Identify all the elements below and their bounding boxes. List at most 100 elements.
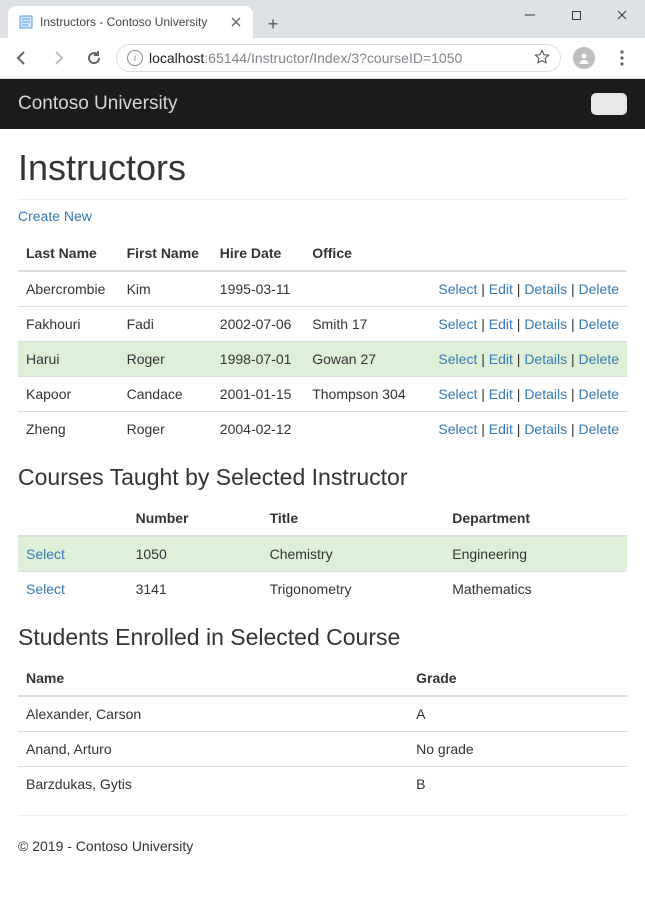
edit-link[interactable]: Edit [489,351,513,367]
cell-number: 1050 [128,536,262,572]
select-link[interactable]: Select [26,546,65,562]
main-container: Instructors Create New Last Name First N… [0,129,645,838]
col-office: Office [304,236,419,271]
footer-divider [18,815,627,816]
cell-last-name: Abercrombie [18,271,119,307]
cell-hire-date: 2002-07-06 [212,307,304,342]
cell-name: Anand, Arturo [18,732,408,767]
col-title: Title [262,501,445,536]
cell-first-name: Candace [119,377,212,412]
address-bar: i localhost:65144/Instructor/Index/3?cou… [0,38,645,78]
col-department: Department [444,501,627,536]
url-box[interactable]: i localhost:65144/Instructor/Index/3?cou… [116,44,561,72]
close-tab-icon[interactable] [229,15,243,29]
maximize-icon[interactable] [553,0,599,30]
cell-last-name: Harui [18,342,119,377]
close-window-icon[interactable] [599,0,645,30]
profile-button[interactable] [569,43,599,73]
details-link[interactable]: Details [524,386,567,402]
select-link[interactable]: Select [438,421,477,437]
delete-link[interactable]: Delete [579,316,619,332]
cell-office: Smith 17 [304,307,419,342]
table-row: Select1050ChemistryEngineering [18,536,627,572]
url-host: localhost [149,50,204,66]
back-button[interactable] [8,44,36,72]
page-title: Instructors [18,147,627,189]
cell-department: Mathematics [444,572,627,607]
cell-actions: Select | Edit | Details | Delete [420,342,627,377]
cell-grade: B [408,767,627,802]
table-row: Anand, ArturoNo grade [18,732,627,767]
delete-link[interactable]: Delete [579,386,619,402]
edit-link[interactable]: Edit [489,421,513,437]
courses-header-row: Number Title Department [18,501,627,536]
browser-chrome: Instructors - Contoso University + i loc… [0,0,645,79]
minimize-icon[interactable] [507,0,553,30]
table-row: AbercrombieKim1995-03-11Select | Edit | … [18,271,627,307]
forward-button[interactable] [44,44,72,72]
cell-hire-date: 1998-07-01 [212,342,304,377]
cell-first-name: Roger [119,342,212,377]
courses-table: Number Title Department Select1050Chemis… [18,501,627,606]
star-icon[interactable] [534,49,550,68]
col-last-name: Last Name [18,236,119,271]
navbar-toggle-button[interactable] [591,93,627,115]
select-link[interactable]: Select [438,316,477,332]
select-link[interactable]: Select [438,351,477,367]
cell-last-name: Fakhouri [18,307,119,342]
instructors-table: Last Name First Name Hire Date Office Ab… [18,236,627,446]
create-new-link[interactable]: Create New [18,208,92,224]
cell-hire-date: 1995-03-11 [212,271,304,307]
select-link[interactable]: Select [438,281,477,297]
table-row: FakhouriFadi2002-07-06Smith 17Select | E… [18,307,627,342]
instructors-header-row: Last Name First Name Hire Date Office [18,236,627,271]
delete-link[interactable]: Delete [579,421,619,437]
tab-active[interactable]: Instructors - Contoso University [8,6,253,38]
cell-name: Alexander, Carson [18,696,408,732]
site-info-icon[interactable]: i [127,50,143,66]
window-controls [507,0,645,30]
details-link[interactable]: Details [524,281,567,297]
cell-hire-date: 2004-02-12 [212,412,304,447]
new-tab-button[interactable]: + [259,10,287,38]
col-number: Number [128,501,262,536]
col-actions [420,236,627,271]
col-select [18,501,128,536]
select-link[interactable]: Select [438,386,477,402]
cell-number: 3141 [128,572,262,607]
details-link[interactable]: Details [524,421,567,437]
delete-link[interactable]: Delete [579,281,619,297]
table-row: Barzdukas, GytisB [18,767,627,802]
students-heading: Students Enrolled in Selected Course [18,624,627,651]
col-grade: Grade [408,661,627,696]
cell-office [304,412,419,447]
cell-hire-date: 2001-01-15 [212,377,304,412]
navbar-brand[interactable]: Contoso University [18,93,177,115]
avatar-icon [573,47,595,69]
col-hire-date: Hire Date [212,236,304,271]
details-link[interactable]: Details [524,351,567,367]
table-row: HaruiRoger1998-07-01Gowan 27Select | Edi… [18,342,627,377]
page-favicon-icon [18,14,34,30]
cell-last-name: Zheng [18,412,119,447]
reload-button[interactable] [80,44,108,72]
kebab-menu-icon[interactable] [607,43,637,73]
url-path: :65144/Instructor/Index/3?courseID=1050 [204,50,462,66]
edit-link[interactable]: Edit [489,316,513,332]
col-first-name: First Name [119,236,212,271]
site-navbar: Contoso University [0,79,645,129]
table-row: Alexander, CarsonA [18,696,627,732]
cell-department: Engineering [444,536,627,572]
edit-link[interactable]: Edit [489,281,513,297]
cell-actions: Select | Edit | Details | Delete [420,271,627,307]
table-row: KapoorCandace2001-01-15Thompson 304Selec… [18,377,627,412]
cell-actions: Select | Edit | Details | Delete [420,377,627,412]
col-name: Name [18,661,408,696]
delete-link[interactable]: Delete [579,351,619,367]
details-link[interactable]: Details [524,316,567,332]
students-header-row: Name Grade [18,661,627,696]
edit-link[interactable]: Edit [489,386,513,402]
select-link[interactable]: Select [26,581,65,597]
footer-text: © 2019 - Contoso University [0,838,645,864]
tab-title: Instructors - Contoso University [40,15,223,29]
